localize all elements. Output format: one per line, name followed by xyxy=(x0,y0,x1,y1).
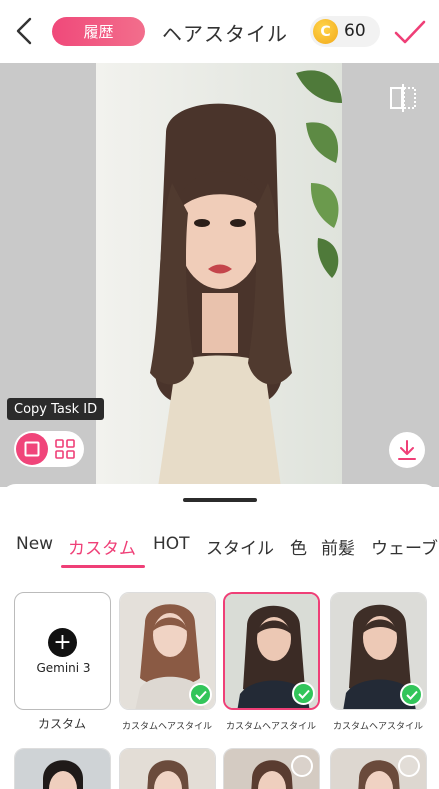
view-mode-toggle xyxy=(14,431,84,467)
grid-view-icon[interactable] xyxy=(54,438,76,460)
tab-color[interactable]: 色 xyxy=(290,534,307,568)
checkmark-icon[interactable] xyxy=(393,17,427,47)
hairstyle-card[interactable] xyxy=(330,592,427,710)
top-bar: 履歴 ヘアスタイル C 60 xyxy=(0,0,439,63)
hairstyle-card[interactable] xyxy=(223,748,320,789)
tab-new[interactable]: New xyxy=(16,534,53,568)
back-icon[interactable] xyxy=(12,16,36,46)
card-label: カスタムヘアスタイル xyxy=(225,722,316,732)
copy-task-id-button[interactable]: Copy Task ID xyxy=(7,398,105,420)
hairstyle-thumbnail xyxy=(15,749,110,789)
download-button[interactable] xyxy=(389,432,425,468)
card-label: カスタムヘアスタイル xyxy=(121,722,212,732)
hairstyle-card[interactable] xyxy=(119,592,216,710)
compare-icon[interactable] xyxy=(388,83,418,113)
tab-wave[interactable]: ウェーブ xyxy=(371,534,438,568)
hairstyle-card[interactable] xyxy=(14,748,111,789)
coin-icon: C xyxy=(313,19,338,44)
download-icon xyxy=(398,440,416,460)
checkmark-icon xyxy=(292,682,315,705)
category-tabs: New カスタム HOT スタイル 色 前髪 ウェーブ xyxy=(0,534,439,568)
square-icon xyxy=(24,441,40,457)
tab-hot[interactable]: HOT xyxy=(153,534,190,568)
portrait-photo xyxy=(96,63,342,487)
sheet-handle[interactable] xyxy=(183,498,257,502)
plus-icon: + xyxy=(48,628,77,657)
tab-bangs[interactable]: 前髪 xyxy=(321,534,355,568)
preview-area: Copy Task ID xyxy=(0,63,439,487)
coin-count: 60 xyxy=(344,21,366,41)
checkmark-icon xyxy=(400,683,423,706)
single-view-button[interactable] xyxy=(16,433,48,465)
tab-custom[interactable]: カスタム xyxy=(68,534,136,568)
checkmark-icon xyxy=(189,683,212,706)
coin-balance[interactable]: C 60 xyxy=(310,16,380,47)
history-button[interactable]: 履歴 xyxy=(52,17,145,46)
model-label: Gemini 3 xyxy=(36,661,91,675)
tab-style[interactable]: スタイル xyxy=(206,534,274,568)
hairstyle-card[interactable] xyxy=(330,748,427,789)
page-title: ヘアスタイル xyxy=(162,22,288,46)
style-picker-sheet: New カスタム HOT スタイル 色 前髪 ウェーブ + Gemini 3 カ… xyxy=(0,484,439,789)
hairstyle-card-selected[interactable] xyxy=(223,592,320,710)
select-radio[interactable] xyxy=(291,755,313,777)
hairstyle-thumbnail xyxy=(120,749,215,789)
active-tab-indicator xyxy=(61,565,145,568)
hairstyle-card[interactable] xyxy=(119,748,216,789)
card-label: カスタム xyxy=(37,717,86,731)
custom-style-card[interactable]: + Gemini 3 xyxy=(14,592,111,710)
select-radio[interactable] xyxy=(398,755,420,777)
card-label: カスタムヘアスタイル xyxy=(332,722,423,732)
